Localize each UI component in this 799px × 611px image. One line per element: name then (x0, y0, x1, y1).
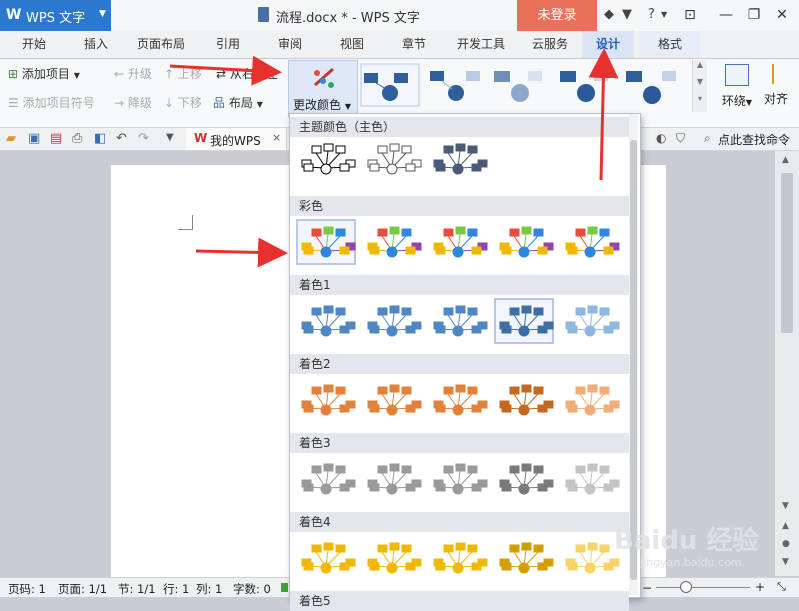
arrow-to-design-tab (588, 48, 619, 181)
arrow-to-colorful-option (195, 237, 288, 268)
arrow-to-change-color (169, 55, 282, 86)
annotation-arrows (169, 48, 619, 268)
